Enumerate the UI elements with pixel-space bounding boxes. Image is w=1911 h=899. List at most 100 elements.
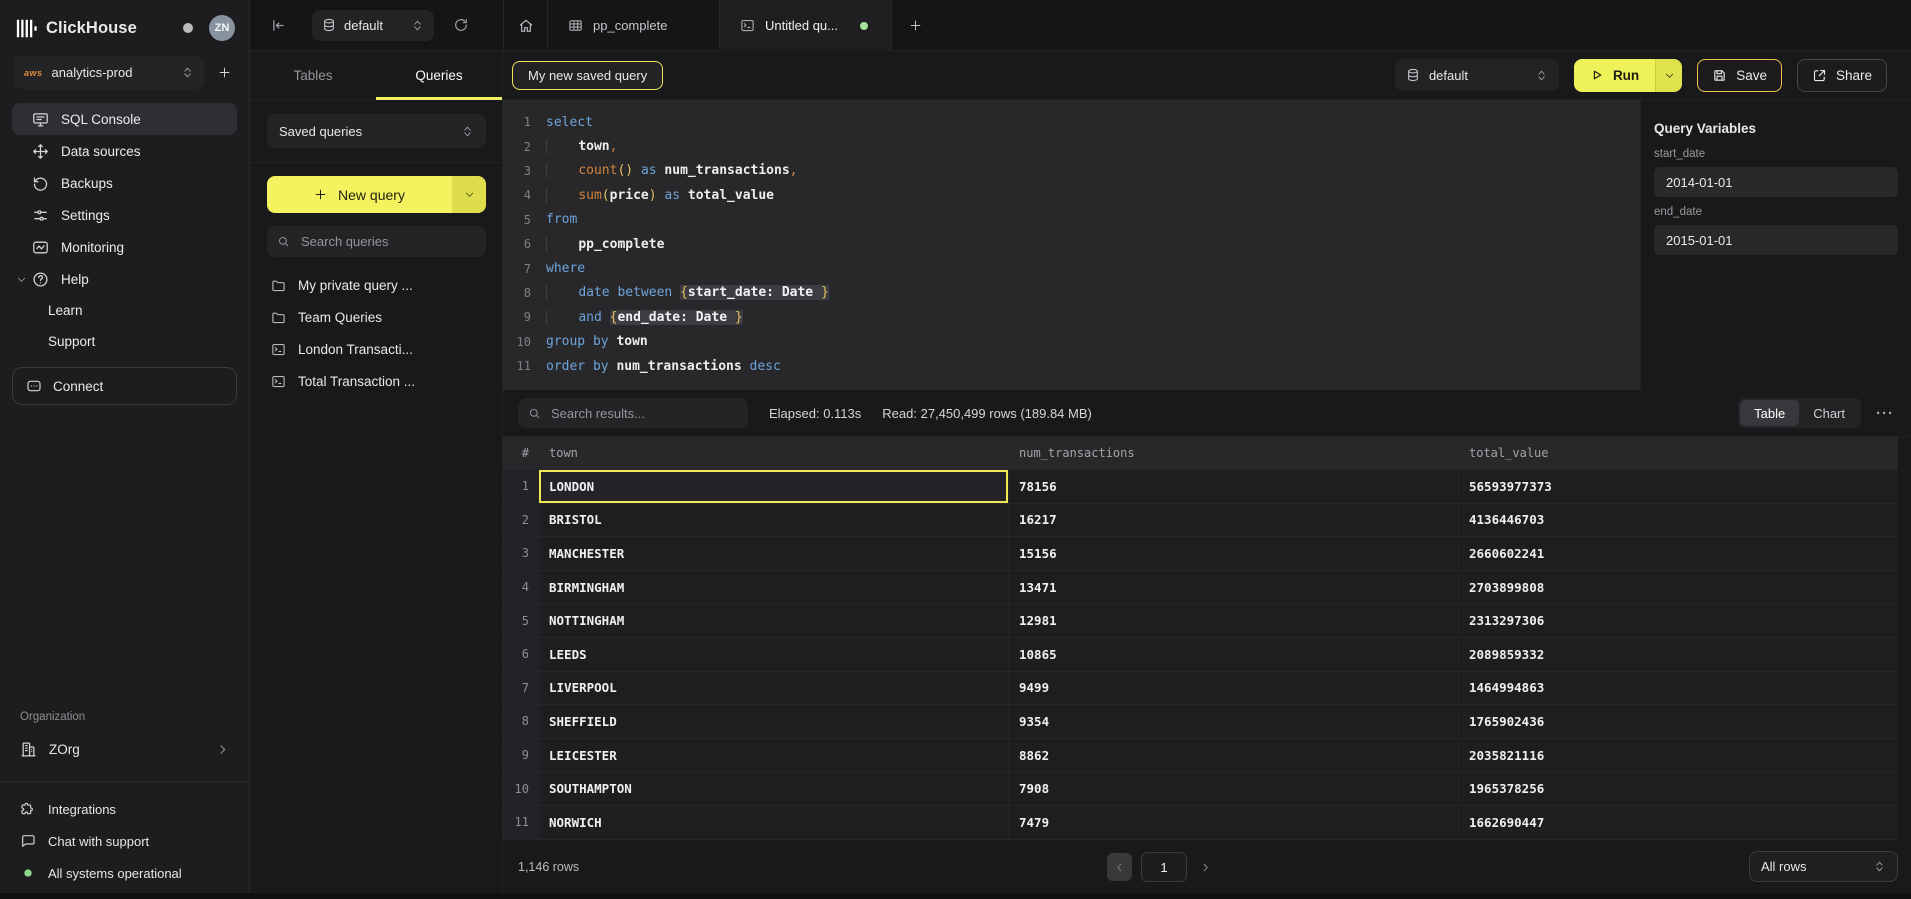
sidebar-item-backups[interactable]: Backups — [12, 167, 237, 199]
query-list-item[interactable]: My private query ... — [271, 274, 488, 296]
table-cell-total-value[interactable]: 1965378256 — [1459, 772, 1898, 805]
table-cell-total-value[interactable]: 2313297306 — [1459, 604, 1898, 637]
view-table-button[interactable]: Table — [1740, 400, 1799, 426]
table-cell-num-transactions[interactable]: 8862 — [1009, 739, 1459, 772]
table-cell-num-transactions[interactable]: 10865 — [1009, 638, 1459, 671]
code-line[interactable]: 10group by town — [503, 330, 1640, 354]
saved-query-tab[interactable]: My new saved query — [512, 61, 663, 90]
query-collection-selector[interactable]: Saved queries — [267, 114, 486, 148]
table-cell-num-transactions[interactable]: 9499 — [1009, 672, 1459, 705]
next-page-button[interactable] — [1200, 862, 1211, 873]
view-chart-button[interactable]: Chart — [1799, 400, 1859, 426]
add-service-button[interactable] — [213, 62, 235, 84]
code-line[interactable]: 5from — [503, 208, 1640, 232]
table-cell-num-transactions[interactable]: 15156 — [1009, 537, 1459, 570]
table-cell-num-transactions[interactable]: 7479 — [1009, 806, 1459, 839]
prev-page-button[interactable] — [1107, 853, 1132, 881]
table-cell-total-value[interactable]: 2089859332 — [1459, 638, 1898, 671]
sidebar-footer-integrations[interactable]: Integrations — [20, 799, 229, 819]
workspace-selector[interactable]: aws analytics-prod — [14, 56, 204, 89]
table-cell-num-transactions[interactable]: 78156 — [1009, 470, 1459, 503]
column-header-total-value[interactable]: total_value — [1459, 437, 1898, 469]
table-cell-town[interactable]: LEICESTER — [539, 739, 1009, 772]
table-cell-town[interactable]: SOUTHAMPTON — [539, 772, 1009, 805]
collapse-sidebar-icon[interactable] — [270, 17, 287, 34]
table-cell-num-transactions[interactable]: 12981 — [1009, 604, 1459, 637]
query-list-item[interactable]: Total Transaction ... — [271, 370, 488, 392]
table-cell-town[interactable]: LONDON — [539, 470, 1009, 503]
code-line[interactable]: 8 date between {start_date: Date } — [503, 281, 1640, 305]
table-cell-total-value[interactable]: 56593977373 — [1459, 470, 1898, 503]
table-cell-town[interactable]: MANCHESTER — [539, 537, 1009, 570]
column-header-town[interactable]: town — [539, 437, 1009, 469]
sidebar-item-data-sources[interactable]: Data sources — [12, 135, 237, 167]
row-index: 5 — [503, 604, 539, 637]
table-cell-town[interactable]: NOTTINGHAM — [539, 604, 1009, 637]
run-options-button[interactable] — [1655, 59, 1682, 92]
home-button[interactable] — [504, 0, 548, 51]
table-cell-town[interactable]: BRISTOL — [539, 504, 1009, 537]
end-date-field[interactable] — [1654, 225, 1898, 255]
code-line[interactable]: 1select — [503, 110, 1640, 134]
sql-editor[interactable]: 1select2 town,3 count() as num_transacti… — [503, 100, 1640, 390]
tab-queries[interactable]: Queries — [376, 51, 502, 99]
table-cell-total-value[interactable]: 2703899808 — [1459, 571, 1898, 604]
organization-row[interactable]: ZOrg — [12, 732, 237, 766]
sidebar-item-help[interactable]: Help — [12, 263, 237, 295]
code-line[interactable]: 7where — [503, 256, 1640, 280]
query-list-item[interactable]: Team Queries — [271, 306, 488, 328]
code-line[interactable]: 2 town, — [503, 134, 1640, 158]
table-cell-town[interactable]: SHEFFIELD — [539, 705, 1009, 738]
table-cell-num-transactions[interactable]: 16217 — [1009, 504, 1459, 537]
new-query-options-button[interactable] — [452, 176, 486, 213]
page-number[interactable]: 1 — [1141, 852, 1187, 882]
tab-tables[interactable]: Tables — [250, 51, 376, 99]
sidebar-footer-all-systems-operational[interactable]: All systems operational — [20, 863, 229, 883]
page-size-selector[interactable]: All rows — [1749, 851, 1898, 882]
sidebar-subitem-support[interactable]: Support — [0, 326, 249, 357]
column-header-num-transactions[interactable]: num_transactions — [1009, 437, 1459, 469]
table-cell-town[interactable]: BIRMINGHAM — [539, 571, 1009, 604]
table-cell-total-value[interactable]: 1765902436 — [1459, 705, 1898, 738]
new-tab-button[interactable] — [892, 0, 938, 51]
start-date-field[interactable] — [1654, 167, 1898, 197]
tab-untitled-query[interactable]: Untitled qu... — [720, 0, 892, 51]
column-header-index[interactable]: # — [503, 437, 539, 469]
refresh-icon[interactable] — [453, 17, 469, 33]
code-line[interactable]: 6 pp_complete — [503, 232, 1640, 256]
query-list-item[interactable]: London Transacti... — [271, 338, 488, 360]
connect-button[interactable]: Connect — [12, 367, 237, 405]
code-line[interactable]: 11order by num_transactions desc — [503, 354, 1640, 378]
table-cell-num-transactions[interactable]: 9354 — [1009, 705, 1459, 738]
avatar[interactable]: ZN — [209, 15, 235, 41]
sidebar-item-monitoring[interactable]: Monitoring — [12, 231, 237, 263]
new-query-button[interactable]: New query — [267, 176, 452, 213]
sidebar-item-sql-console[interactable]: SQL Console — [12, 103, 237, 135]
share-button[interactable]: Share — [1797, 59, 1887, 92]
sidebar-footer-chat-with-support[interactable]: Chat with support — [20, 831, 229, 851]
table-cell-num-transactions[interactable]: 13471 — [1009, 571, 1459, 604]
table-cell-num-transactions[interactable]: 7908 — [1009, 772, 1459, 805]
more-options-icon[interactable]: ··· — [1872, 405, 1898, 422]
code-line[interactable]: 3 count() as num_transactions, — [503, 159, 1640, 183]
save-button[interactable]: Save — [1697, 59, 1782, 92]
table-cell-town[interactable]: LIVERPOOL — [539, 672, 1009, 705]
table-cell-town[interactable]: LEEDS — [539, 638, 1009, 671]
sidebar-subitem-learn[interactable]: Learn — [0, 295, 249, 326]
new-query-label: New query — [338, 187, 405, 203]
table-cell-town[interactable]: NORWICH — [539, 806, 1009, 839]
tab-pp-complete[interactable]: pp_complete — [548, 0, 720, 51]
sidebar-item-settings[interactable]: Settings — [12, 199, 237, 231]
run-button[interactable]: Run — [1574, 59, 1655, 92]
database-selector[interactable]: default — [312, 10, 434, 41]
table-cell-total-value[interactable]: 2035821116 — [1459, 739, 1898, 772]
run-database-selector[interactable]: default — [1395, 59, 1559, 91]
table-cell-total-value[interactable]: 1464994863 — [1459, 672, 1898, 705]
results-search-input[interactable] — [549, 405, 738, 422]
table-cell-total-value[interactable]: 2660602241 — [1459, 537, 1898, 570]
code-line[interactable]: 4 sum(price) as total_value — [503, 183, 1640, 207]
table-cell-total-value[interactable]: 4136446703 — [1459, 504, 1898, 537]
table-cell-total-value[interactable]: 1662690447 — [1459, 806, 1898, 839]
code-line[interactable]: 9 and {end_date: Date } — [503, 305, 1640, 329]
query-search-input[interactable] — [299, 233, 476, 250]
